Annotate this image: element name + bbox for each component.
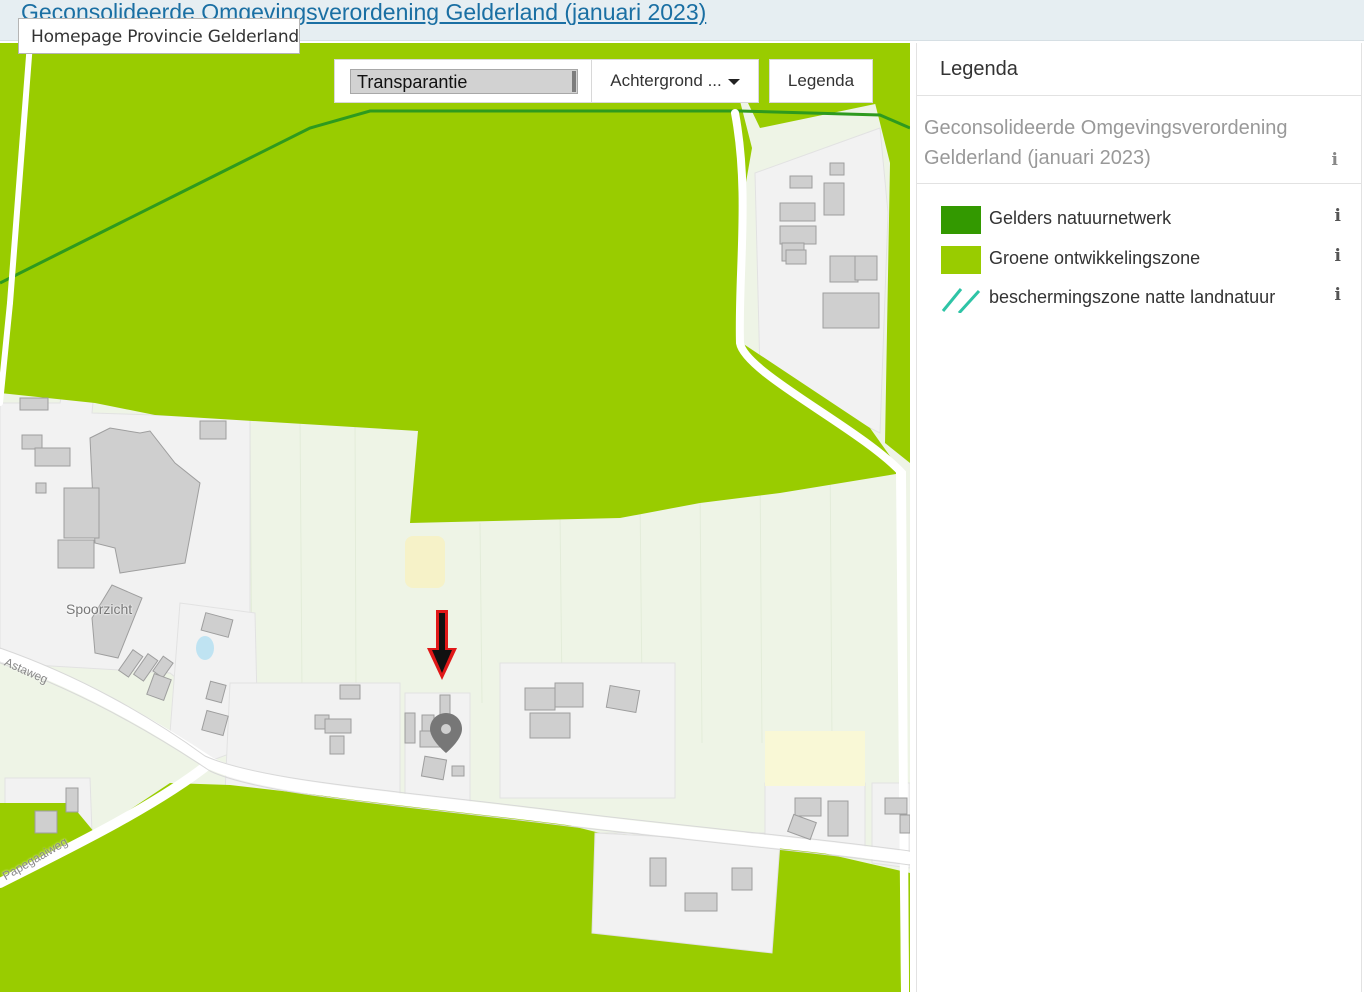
background-dropdown-button[interactable]: Achtergrond ... [592,60,758,102]
legend-button[interactable]: Legenda [769,59,873,103]
map-view[interactable]: Spoorzicht Astaweg Papegaaiweg [0,43,910,992]
transparency-label: Transparantie [357,72,468,92]
swatch-light-green [941,246,981,274]
legend-item-beschermingszone: beschermingszone natte landnatuur i [941,285,1341,313]
background-label: Achtergrond ... [610,71,722,90]
info-icon[interactable]: i [1335,285,1341,305]
map-toolbar: Transparantie Achtergrond ... [334,59,759,103]
info-icon[interactable]: i [1332,145,1338,175]
legend-item-label: beschermingszone natte landnatuur [989,287,1276,307]
legend-panel: Legenda Geconsolideerde Omgevingsverorde… [916,43,1362,992]
caret-down-icon [727,79,740,85]
legend-header: Legenda [917,43,1361,96]
layer-title: Geconsolideerde Omgevingsverordening Gel… [917,96,1361,184]
info-icon[interactable]: i [1335,246,1341,266]
legend-item-groene-ontwikkelingszone: Groene ontwikkelingszone i [941,246,1341,274]
hatch-swatch-icon [941,288,981,313]
transparency-slider[interactable]: Transparantie [350,69,578,94]
legend-item-label: Groene ontwikkelingszone [989,248,1201,268]
red-down-arrow-icon [427,610,457,680]
swatch-dark-green [941,206,981,234]
layer-title-text: Geconsolideerde Omgevingsverordening Gel… [924,117,1288,169]
homepage-tooltip: Homepage Provincie Gelderland [18,18,300,54]
slider-handle[interactable] [572,71,576,92]
place-label-spoorzicht: Spoorzicht [66,601,133,617]
info-icon[interactable]: i [1335,206,1341,226]
transparency-control: Transparantie [335,60,592,102]
map-canvas[interactable] [0,43,910,992]
legend-item-label: Gelders natuurnetwerk [989,208,1172,228]
legend-item-gelders-natuurnetwerk: Gelders natuurnetwerk i [941,206,1341,234]
